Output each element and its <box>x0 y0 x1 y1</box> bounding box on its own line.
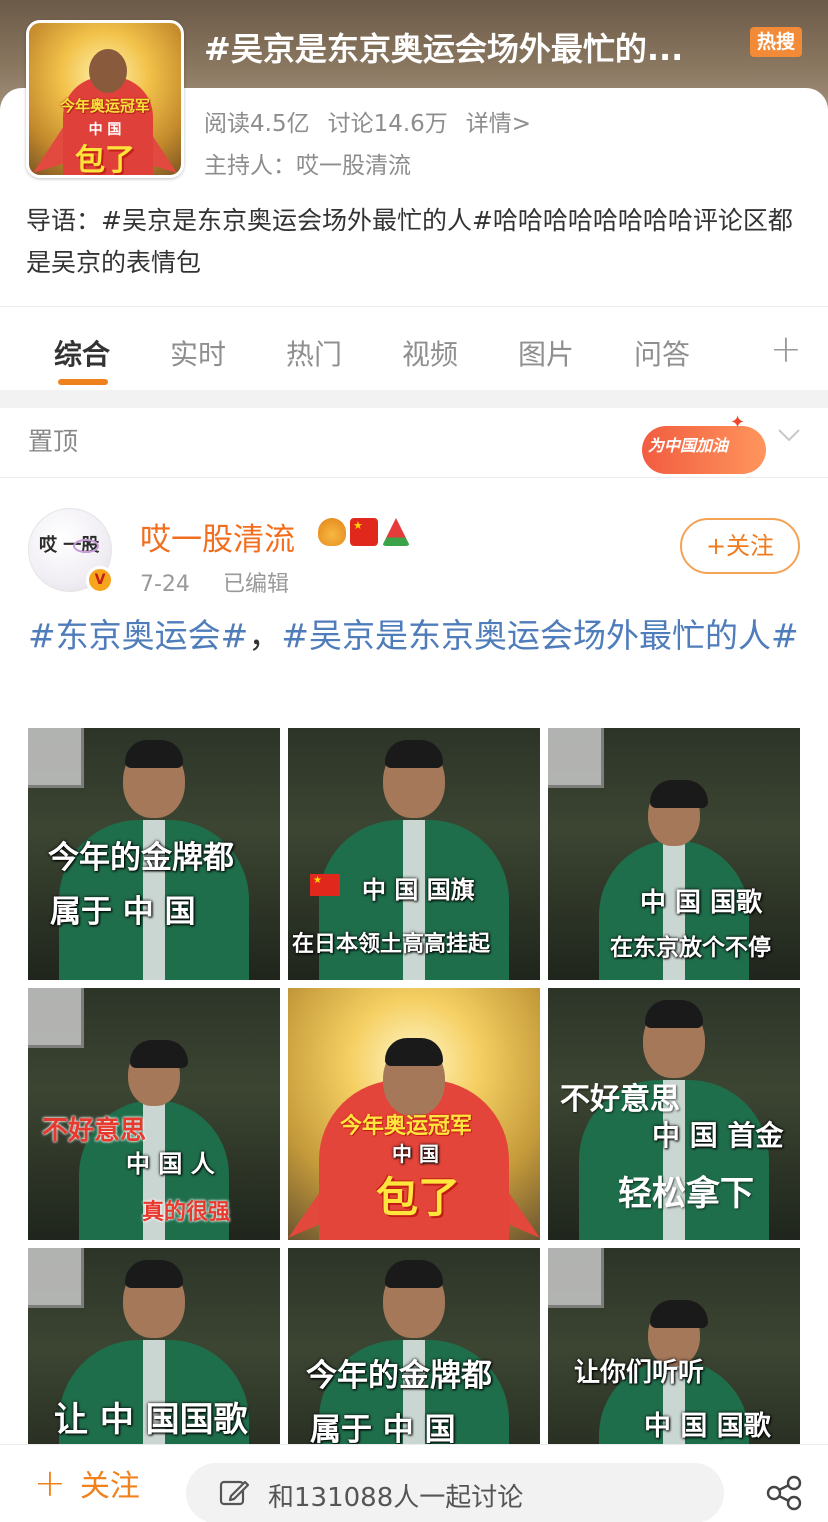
post-date: 7-24 <box>140 572 190 597</box>
edited-label: 已编辑 <box>222 572 289 597</box>
image-caption: 中 国 首金 <box>652 1119 784 1152</box>
verified-badge-icon: V <box>86 566 114 594</box>
post-text: #东京奥运会#，#吴京是东京奥运会场外最忙的人# <box>28 612 800 660</box>
edit-icon <box>219 1480 250 1506</box>
image-caption: 中 国 国旗 <box>362 876 475 904</box>
china-flag-icon <box>310 874 340 896</box>
topic-title: #吴京是东京奥运会场外最忙的... <box>204 30 684 68</box>
watermelon-icon <box>382 518 410 546</box>
image-caption: 中 国 国歌 <box>640 888 763 918</box>
author-badges <box>318 518 410 546</box>
follow-author-button[interactable]: +关注 <box>680 518 800 574</box>
figure-head <box>128 1040 188 1106</box>
hoop-backboard <box>548 1248 604 1308</box>
image-caption: 中 国 国歌 <box>644 1411 771 1442</box>
post-separator: ， <box>248 616 282 655</box>
follow-topic-button[interactable]: + 关注 <box>34 1461 140 1505</box>
crown-icon <box>318 518 346 546</box>
hoop-backboard <box>548 728 604 788</box>
topic-thumbnail[interactable]: 今年奥运冠军 中 国 包了 <box>26 20 184 178</box>
figure-head <box>383 740 445 818</box>
image-caption: 在日本领土高高挂起 <box>292 932 491 957</box>
figure-head <box>648 780 708 846</box>
active-tab-indicator <box>58 379 108 385</box>
read-count: 阅读4.5亿 <box>204 111 310 137</box>
image-caption: 不好意思 <box>560 1082 680 1117</box>
image-caption: 中 国 人 <box>126 1150 215 1178</box>
hashtag-tokyo-olympics[interactable]: #东京奥运会# <box>28 616 248 655</box>
thumb-head <box>89 49 127 93</box>
hoop-backboard <box>28 988 84 1048</box>
figure-head <box>123 740 185 818</box>
tab-qa[interactable]: 问答 <box>634 333 690 373</box>
image-caption: 今年的金牌都 <box>306 1358 492 1394</box>
tab-general[interactable]: 综合 <box>54 333 110 373</box>
image-grid: 今年的金牌都 属于 中 国 中 国 国旗 在日本领土高高挂起 中 国 国歌 在东… <box>28 728 800 1500</box>
image-caption: 包了 <box>376 1173 461 1222</box>
follow-topic-label: 关注 <box>79 1469 140 1504</box>
cheer-china-banner[interactable]: 为中国加油 ✦ <box>638 412 770 476</box>
tab-video[interactable]: 视频 <box>402 333 458 373</box>
topic-stats: 阅读4.5亿 讨论14.6万 详情> <box>204 104 531 138</box>
figure-head <box>383 1038 445 1116</box>
discuss-placeholder: 和131088人一起讨论 <box>268 1483 524 1513</box>
discuss-input[interactable]: 和131088人一起讨论 <box>186 1463 724 1522</box>
plus-icon: + <box>34 1461 66 1505</box>
image-caption: 让 中 国国歌 <box>54 1400 248 1440</box>
image-caption: 真的很强 <box>142 1200 231 1225</box>
image-caption: 中 国 <box>392 1142 439 1166</box>
add-tab-icon[interactable]: + <box>770 327 802 371</box>
share-icon[interactable] <box>764 1473 804 1513</box>
figure-head <box>643 1000 705 1078</box>
tab-pictures[interactable]: 图片 <box>518 333 574 373</box>
thumb-caption-big: 包了 <box>75 143 135 178</box>
topic-intro: 导语：#吴京是东京奥运会场外最忙的人#哈哈哈哈哈哈哈哈评论区都是吴京的表情包 <box>26 206 793 277</box>
pinned-label: 置顶 <box>28 427 79 456</box>
hoop-backboard <box>28 1248 84 1308</box>
discussion-count: 讨论14.6万 <box>327 111 448 137</box>
post-meta: 7-24 已编辑 <box>140 566 289 598</box>
banner-text: 为中国加油 <box>648 436 729 455</box>
figure-head <box>383 1260 445 1338</box>
china-flag-icon <box>350 518 378 546</box>
post-image-1[interactable]: 今年的金牌都 属于 中 国 <box>28 728 280 980</box>
tab-realtime[interactable]: 实时 <box>170 333 226 373</box>
image-caption: 属于 中 国 <box>310 1412 456 1448</box>
post-image-4[interactable]: 不好意思 中 国 人 真的很强 <box>28 988 280 1240</box>
chevron-down-icon[interactable] <box>776 422 802 448</box>
hoop-backboard <box>28 728 84 788</box>
image-caption: 轻松拿下 <box>618 1174 754 1214</box>
tab-bar: 综合 实时 热门 视频 图片 问答 + <box>0 306 828 390</box>
thumb-caption-top: 今年奥运冠军 <box>59 97 150 115</box>
figure-head <box>123 1260 185 1338</box>
author-name[interactable]: 哎一股清流 <box>140 514 295 559</box>
image-caption: 在东京放个不停 <box>610 935 771 961</box>
bottom-action-bar: + 关注 和131088人一起讨论 <box>0 1444 828 1522</box>
hashtag-topic[interactable]: #吴京是东京奥运会场外最忙的人# <box>281 616 798 655</box>
tab-hot[interactable]: 热门 <box>286 333 342 373</box>
post-image-3[interactable]: 中 国 国歌 在东京放个不停 <box>548 728 800 980</box>
hot-badge: 热搜 <box>750 27 802 57</box>
pinned-bar[interactable]: 置顶 为中国加油 ✦ <box>0 408 828 478</box>
image-caption: 属于 中 国 <box>50 894 196 930</box>
post-image-5[interactable]: 今年奥运冠军 中 国 包了 <box>288 988 540 1240</box>
image-caption: 不好意思 <box>42 1116 147 1146</box>
avatar-decoration <box>73 539 99 553</box>
image-caption: 让你们听听 <box>574 1358 705 1388</box>
banner-spark-icon: ✦ <box>730 412 746 433</box>
details-link[interactable]: 详情> <box>466 104 531 138</box>
section-divider <box>0 390 828 408</box>
image-caption: 今年的金牌都 <box>48 840 234 876</box>
post-image-2[interactable]: 中 国 国旗 在日本领土高高挂起 <box>288 728 540 980</box>
topic-host[interactable]: 主持人：哎一股清流 <box>204 146 411 180</box>
image-caption: 今年奥运冠军 <box>340 1114 473 1139</box>
post-image-6[interactable]: 不好意思 中 国 首金 轻松拿下 <box>548 988 800 1240</box>
